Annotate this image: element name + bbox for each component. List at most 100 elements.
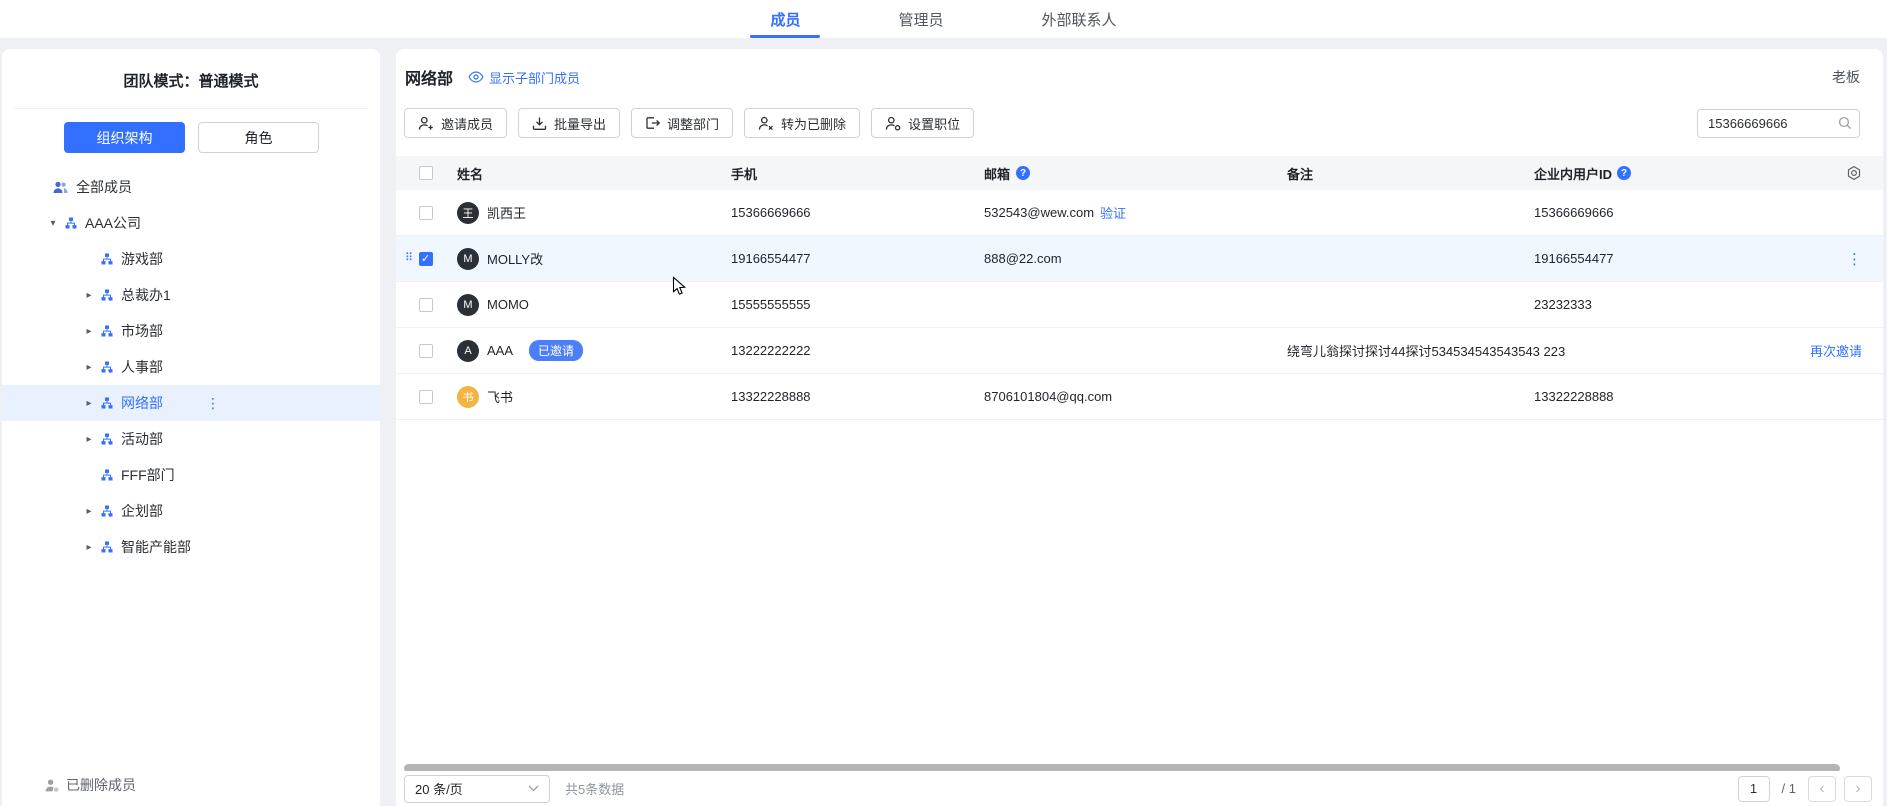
move-department-icon — [645, 116, 660, 130]
chevron-right-icon[interactable]: ▸ — [83, 398, 95, 409]
chevron-right-icon[interactable]: ▸ — [83, 326, 95, 337]
tab-external-contacts[interactable]: 外部联系人 — [1018, 0, 1141, 38]
reinvite-link[interactable]: 再次邀请 — [1810, 341, 1862, 360]
column-header-name: 姓名 — [457, 164, 731, 183]
table-row[interactable]: ⠿ M MOMO 15555555555 23232333 — [396, 282, 1883, 328]
toolbar: 邀请成员 批量导出 调整部门 转为已删除 设置职位 — [396, 108, 1883, 138]
tree-item-label: 企划部 — [121, 501, 163, 521]
table-row[interactable]: ⠿ M MOLLY改 19166554477 888@22.com 191665… — [396, 236, 1883, 282]
tree-item-hr-dept[interactable]: ▸ 人事部 — [2, 349, 380, 385]
tree-item-market-dept[interactable]: ▸ 市场部 — [2, 313, 380, 349]
tree-item-label: 游戏部 — [121, 249, 163, 269]
tab-members[interactable]: 成员 — [746, 0, 824, 38]
help-icon[interactable]: ? — [1617, 166, 1631, 180]
drag-handle[interactable]: ⠿ — [405, 207, 419, 218]
column-header-email: 邮箱 ? — [984, 164, 1287, 183]
pagination-bar: 20 条/页 共5条数据 / 1 ‹ › — [396, 771, 1883, 806]
table-row[interactable]: ⠿ 王 凯西王 15366669666 532543@wew.com 验证 15… — [396, 190, 1883, 236]
invited-status-badge: 已邀请 — [529, 340, 583, 361]
tree-item-company[interactable]: ▾ AAA公司 — [2, 205, 380, 241]
batch-export-button[interactable]: 批量导出 — [518, 108, 620, 138]
drag-handle[interactable]: ⠿ — [405, 391, 419, 402]
adjust-department-button[interactable]: 调整部门 — [631, 108, 733, 138]
row-more-icon[interactable]: ⋮ — [1847, 250, 1862, 268]
tree-item-activity-dept[interactable]: ▸ 活动部 — [2, 421, 380, 457]
people-icon — [53, 181, 68, 194]
set-position-button[interactable]: 设置职位 — [871, 108, 974, 138]
show-sub-department-toggle[interactable]: 显示子部门成员 — [468, 68, 580, 87]
tree-item-label: FFF部门 — [121, 465, 175, 485]
prev-page-button[interactable]: ‹ — [1808, 776, 1836, 802]
table-header-row: 姓名 手机 邮箱 ? 备注 企业内用户ID ? — [396, 156, 1883, 190]
drag-handle[interactable]: ⠿ — [405, 345, 419, 356]
tree-item-smart-capacity-dept[interactable]: ▸ 智能产能部 — [2, 529, 380, 565]
row-checkbox[interactable] — [419, 252, 433, 266]
button-label: 邀请成员 — [441, 114, 493, 133]
more-vertical-icon[interactable]: ⋮ — [206, 395, 220, 412]
org-structure-button[interactable]: 组织架构 — [64, 122, 185, 153]
deleted-person-icon — [45, 779, 59, 792]
search-icon[interactable] — [1838, 116, 1852, 130]
department-icon — [101, 325, 113, 337]
tab-admins[interactable]: 管理员 — [874, 0, 967, 38]
next-page-button[interactable]: › — [1844, 776, 1872, 802]
department-icon — [101, 433, 113, 445]
page-size-select[interactable]: 20 条/页 — [404, 775, 550, 803]
chevron-right-icon[interactable]: ▸ — [83, 434, 95, 445]
department-icon — [101, 253, 113, 265]
tree-item-label: 活动部 — [121, 429, 163, 449]
column-header-remark: 备注 — [1287, 164, 1534, 183]
row-checkbox[interactable] — [419, 390, 433, 404]
member-phone: 13222222222 — [731, 343, 984, 358]
eye-icon — [468, 71, 484, 83]
tree-item-president-office[interactable]: ▸ 总裁办1 — [2, 277, 380, 313]
tree-item-fff-dept[interactable]: FFF部门 — [2, 457, 380, 493]
table-row[interactable]: ⠿ 书 飞书 13322228888 8706101804@qq.com 133… — [396, 374, 1883, 420]
column-header-phone: 手机 — [731, 164, 984, 183]
department-icon — [65, 217, 77, 229]
member-name: 飞书 — [487, 387, 513, 406]
page-number-input[interactable] — [1738, 776, 1770, 802]
chevron-right-icon[interactable]: ▸ — [83, 506, 95, 517]
drag-handle[interactable]: ⠿ — [405, 299, 419, 310]
table-row[interactable]: ⠿ A AAA 已邀请 13222222222 绕弯儿翁探讨探讨44探讨5345… — [396, 328, 1883, 374]
member-user-id: 19166554477 — [1534, 251, 1734, 266]
department-tree: 全部成员 ▾ AAA公司 游戏部 ▸ 总裁办1 ▸ — [2, 169, 380, 565]
tree-item-label: 总裁办1 — [121, 285, 171, 305]
select-all-checkbox[interactable] — [419, 166, 433, 180]
member-email: 888@22.com — [984, 251, 1062, 266]
move-to-deleted-button[interactable]: 转为已删除 — [744, 108, 860, 138]
column-settings-icon[interactable] — [1846, 165, 1862, 181]
chevron-down-icon[interactable]: ▾ — [47, 218, 59, 229]
row-checkbox[interactable] — [419, 206, 433, 220]
tree-item-all-members[interactable]: 全部成员 — [2, 169, 380, 205]
chevron-right-icon[interactable]: ▸ — [83, 542, 95, 553]
row-checkbox[interactable] — [419, 344, 433, 358]
row-checkbox[interactable] — [419, 298, 433, 312]
chevron-right-icon[interactable]: ▸ — [83, 362, 95, 373]
member-phone: 15366669666 — [731, 205, 984, 220]
column-header-user-id: 企业内用户ID ? — [1534, 164, 1734, 183]
department-icon — [101, 541, 113, 553]
tree-item-network-dept[interactable]: ▸ 网络部 ⋮ — [2, 385, 380, 421]
roles-button[interactable]: 角色 — [198, 122, 319, 153]
member-name: MOLLY改 — [487, 249, 543, 268]
tree-item-planning-dept[interactable]: ▸ 企划部 — [2, 493, 380, 529]
member-user-id: 13322228888 — [1534, 389, 1734, 404]
help-icon[interactable]: ? — [1016, 166, 1030, 180]
members-table: 姓名 手机 邮箱 ? 备注 企业内用户ID ? ⠿ 王 凯西王 — [396, 156, 1883, 420]
drag-handle[interactable]: ⠿ — [405, 253, 419, 264]
search-box — [1697, 109, 1860, 138]
members-panel: 网络部 显示子部门成员 老板 邀请成员 批量导出 调整部门 — [396, 49, 1883, 806]
sidebar: 团队模式：普通模式 组织架构 角色 全部成员 ▾ AAA公司 游戏部 — [2, 49, 380, 806]
chevron-right-icon[interactable]: ▸ — [83, 290, 95, 301]
search-input[interactable] — [1697, 109, 1860, 138]
deleted-members-link[interactable]: 已删除成员 — [45, 775, 136, 795]
avatar: 王 — [457, 202, 479, 224]
tree-item-label: 人事部 — [121, 357, 163, 377]
verify-email-link[interactable]: 验证 — [1100, 203, 1126, 222]
invite-member-button[interactable]: 邀请成员 — [404, 108, 507, 138]
member-name: MOMO — [487, 297, 529, 312]
department-title: 网络部 — [405, 65, 453, 89]
tree-item-game-dept[interactable]: 游戏部 — [2, 241, 380, 277]
